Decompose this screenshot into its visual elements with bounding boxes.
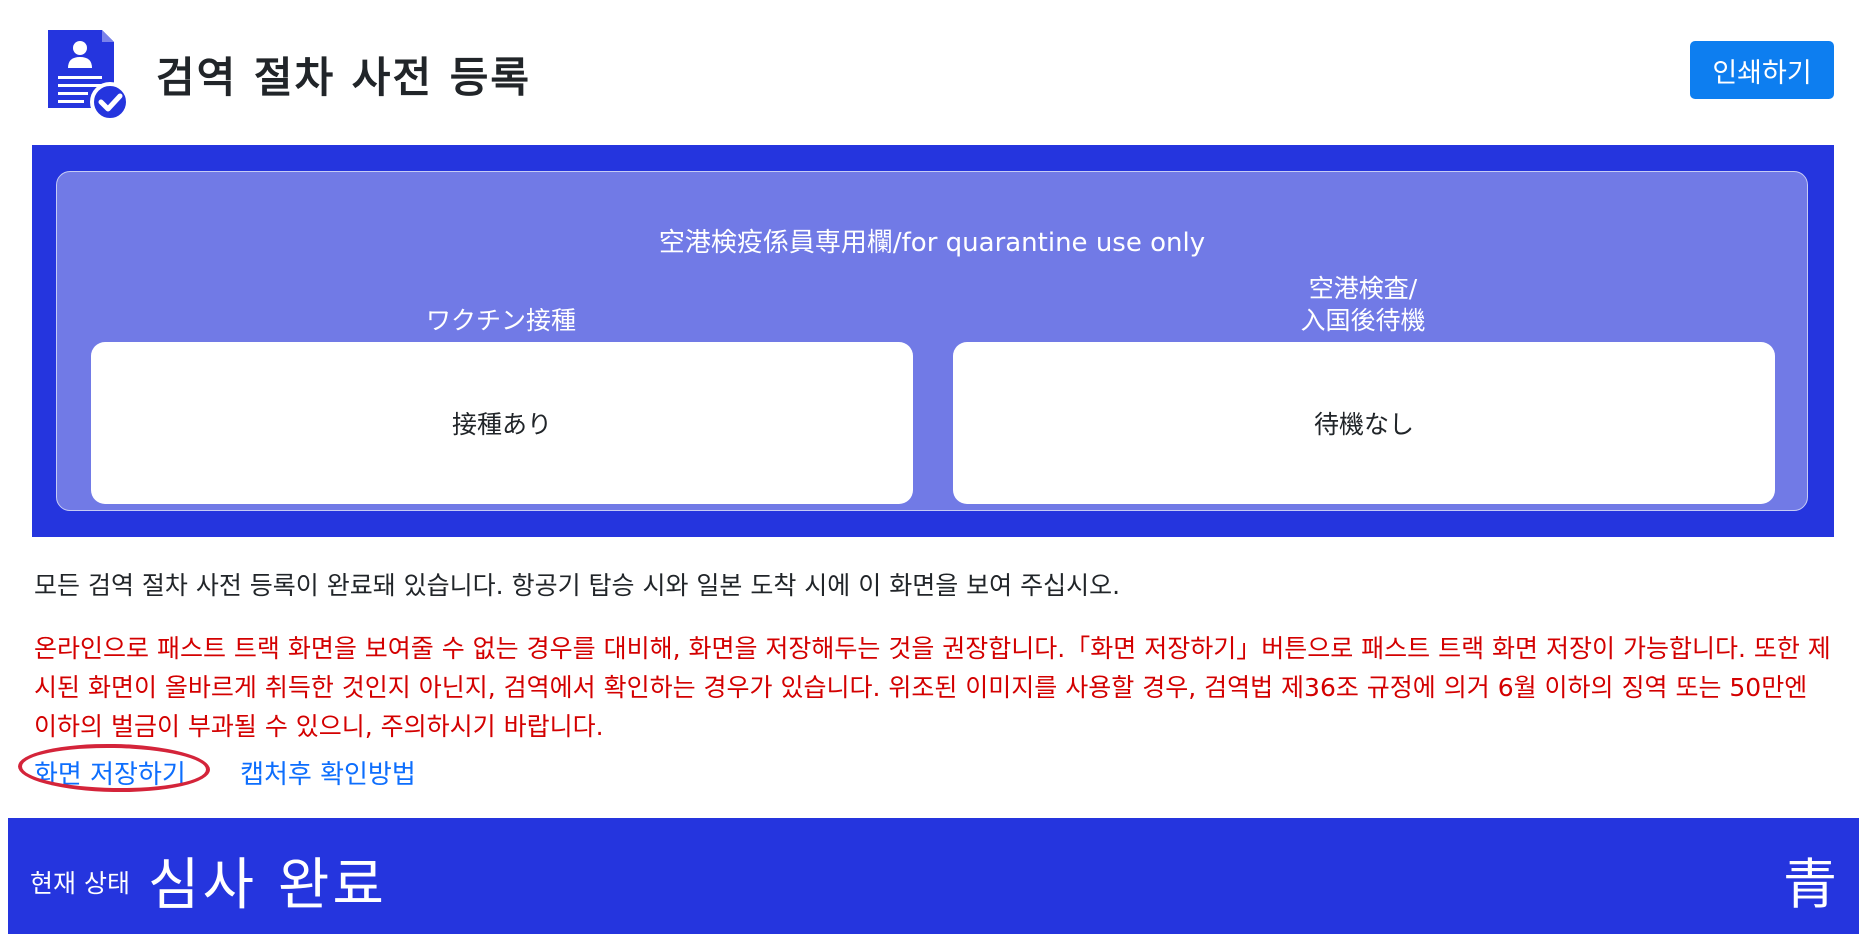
airport-test-label: 空港検査/ 入国後待機	[953, 273, 1773, 337]
airport-test-label-line1: 空港検査/	[1308, 274, 1418, 303]
vaccination-label: ワクチン接種	[425, 306, 576, 335]
status-bar: 현재 상태 심사 완료 青	[8, 818, 1859, 934]
warning-notice: 온라인으로 패스트 트랙 화면을 보여줄 수 없는 경우를 대비해, 화면을 저…	[34, 634, 1831, 741]
link-row: 화면 저장하기 캡처후 확인방법	[17, 742, 416, 794]
print-button[interactable]: 인쇄하기	[1690, 41, 1834, 99]
airport-test-label-line2: 入国後待機	[1300, 306, 1426, 335]
page-header: 검역 절차 사전 등록 인쇄하기	[0, 0, 1866, 140]
capture-help-link[interactable]: 캡처후 확인방법	[240, 760, 416, 790]
vaccination-result: 接種あり	[91, 342, 913, 504]
quarantine-card: 空港検疫係員専用欄/for quarantine use only ワクチン接種…	[56, 171, 1808, 511]
document-check-icon	[48, 30, 130, 122]
quarantine-panel: 空港検疫係員専用欄/for quarantine use only ワクチン接種…	[32, 145, 1834, 537]
save-screen-link-wrap: 화면 저장하기	[17, 742, 211, 794]
save-screen-link[interactable]: 화면 저장하기	[34, 760, 186, 790]
completion-notice: 모든 검역 절차 사전 등록이 완료돼 있습니다. 항공기 탑승 시와 일본 도…	[34, 571, 1121, 600]
quarantine-heading: 空港検疫係員専用欄/for quarantine use only	[658, 228, 1206, 258]
page-title: 검역 절차 사전 등록	[156, 53, 531, 102]
status-label: 현재 상태	[30, 869, 130, 898]
status-color-indicator: 青	[1783, 853, 1837, 916]
airport-test-result: 待機なし	[953, 342, 1775, 504]
status-value: 심사 완료	[148, 853, 387, 918]
